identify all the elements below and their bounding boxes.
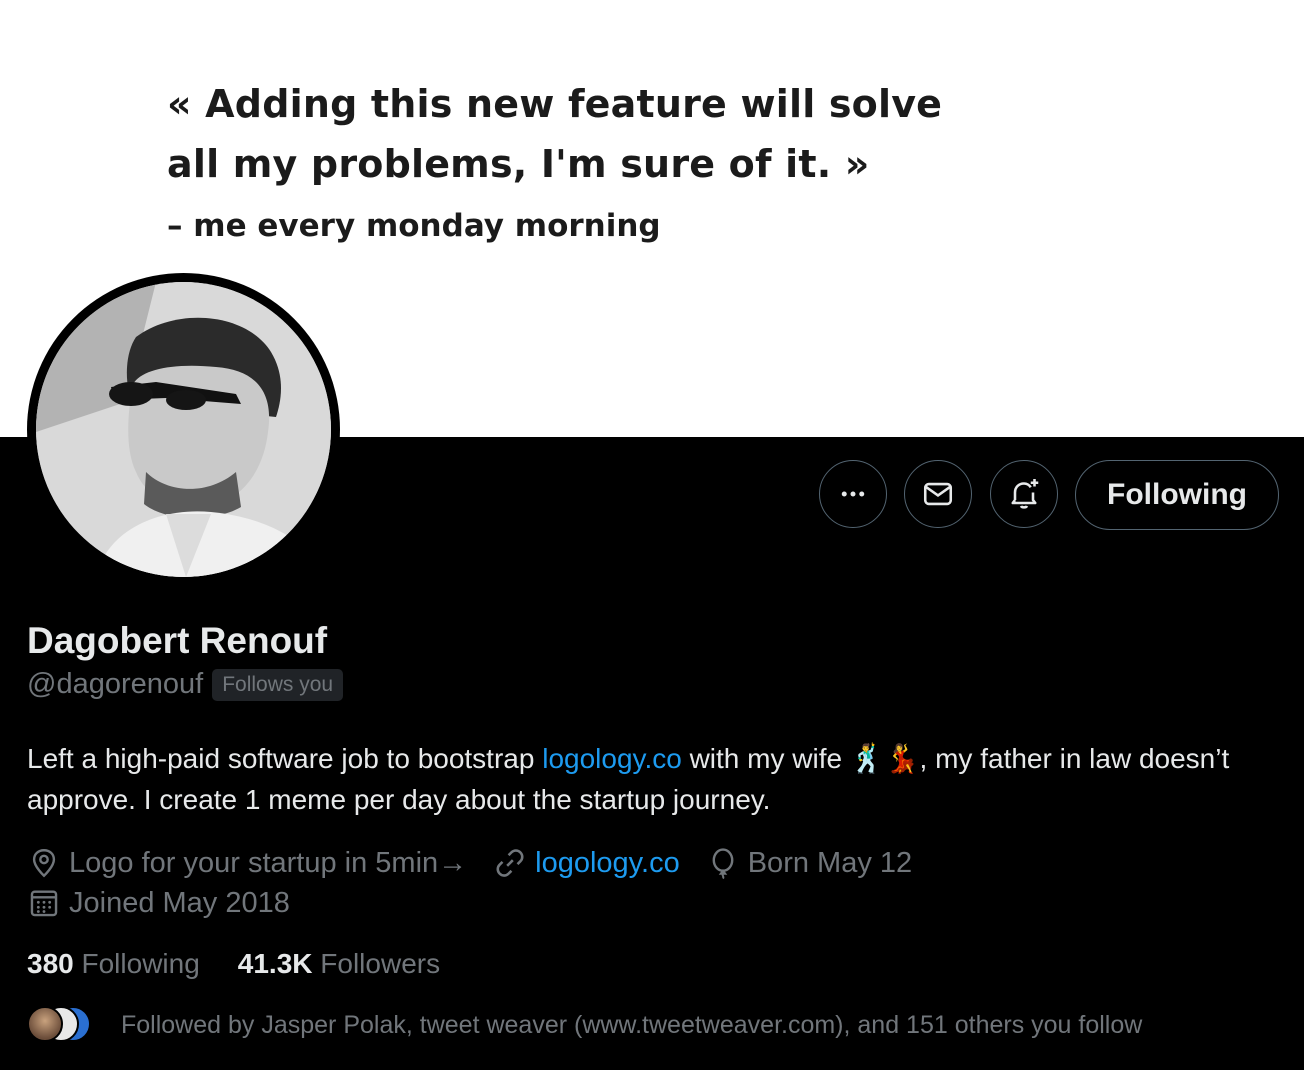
- profile-bio: Left a high-paid software job to bootstr…: [27, 738, 1287, 820]
- followers-count: 41.3K: [237, 948, 313, 979]
- following-stat[interactable]: 380 Following: [27, 948, 200, 980]
- mini-avatar: [27, 1006, 63, 1042]
- location-text: Logo for your startup in 5min→: [69, 846, 468, 879]
- followed-by-text: Followed by Jasper Polak, tweet weaver (…: [121, 1010, 1143, 1039]
- banner-author: – me every monday morning: [167, 208, 661, 244]
- following-count: 380: [27, 948, 74, 979]
- location-pin-icon: [32, 849, 56, 878]
- profile-actions: Following: [0, 460, 1304, 532]
- link-icon: [496, 849, 524, 877]
- message-button[interactable]: [904, 460, 972, 528]
- website-link[interactable]: logology.co: [535, 847, 680, 880]
- followed-by-avatars: [27, 1006, 97, 1044]
- more-button[interactable]: [819, 460, 887, 528]
- calendar-icon: [30, 890, 58, 917]
- notify-button[interactable]: [990, 460, 1058, 528]
- avatar-portrait-icon: [36, 282, 331, 577]
- profile-handle: @dagorenouf: [27, 668, 204, 700]
- handle-row: @dagorenouf Follows you: [27, 668, 344, 701]
- bio-text-start: Left a high-paid software job to bootstr…: [27, 743, 543, 774]
- profile-name: Dagobert Renouf: [27, 620, 328, 661]
- joined-text: Joined May 2018: [69, 886, 290, 919]
- more-horizontal-icon: [841, 491, 865, 497]
- bell-plus-icon: [1011, 479, 1039, 509]
- profile-meta: Logo for your startup in 5min→ logology.…: [27, 843, 1287, 923]
- profile-avatar[interactable]: [27, 273, 340, 586]
- follows-you-badge: Follows you: [212, 668, 344, 701]
- bio-link[interactable]: logology.co: [542, 743, 682, 774]
- envelope-icon: [923, 482, 953, 506]
- followers-label: Followers: [320, 948, 441, 979]
- followers-stat[interactable]: 41.3K Followers: [238, 948, 440, 980]
- birthday-text: Born May 12: [747, 846, 913, 879]
- birthday-item: Born May 12: [706, 846, 912, 880]
- location-item: Logo for your startup in 5min→: [27, 846, 467, 880]
- balloon-icon: [712, 848, 734, 880]
- joined-item: Joined May 2018: [27, 886, 290, 920]
- website-item: logology.co: [493, 846, 680, 880]
- following-button[interactable]: Following: [1075, 460, 1279, 530]
- follow-stats: 380 Following 41.3K Followers: [27, 948, 478, 980]
- followed-by-row[interactable]: Followed by Jasper Polak, tweet weaver (…: [27, 1006, 1142, 1044]
- banner-quote: « Adding this new feature will solve all…: [167, 82, 943, 186]
- following-label: Following: [81, 948, 200, 979]
- avatar-photo: [36, 282, 331, 577]
